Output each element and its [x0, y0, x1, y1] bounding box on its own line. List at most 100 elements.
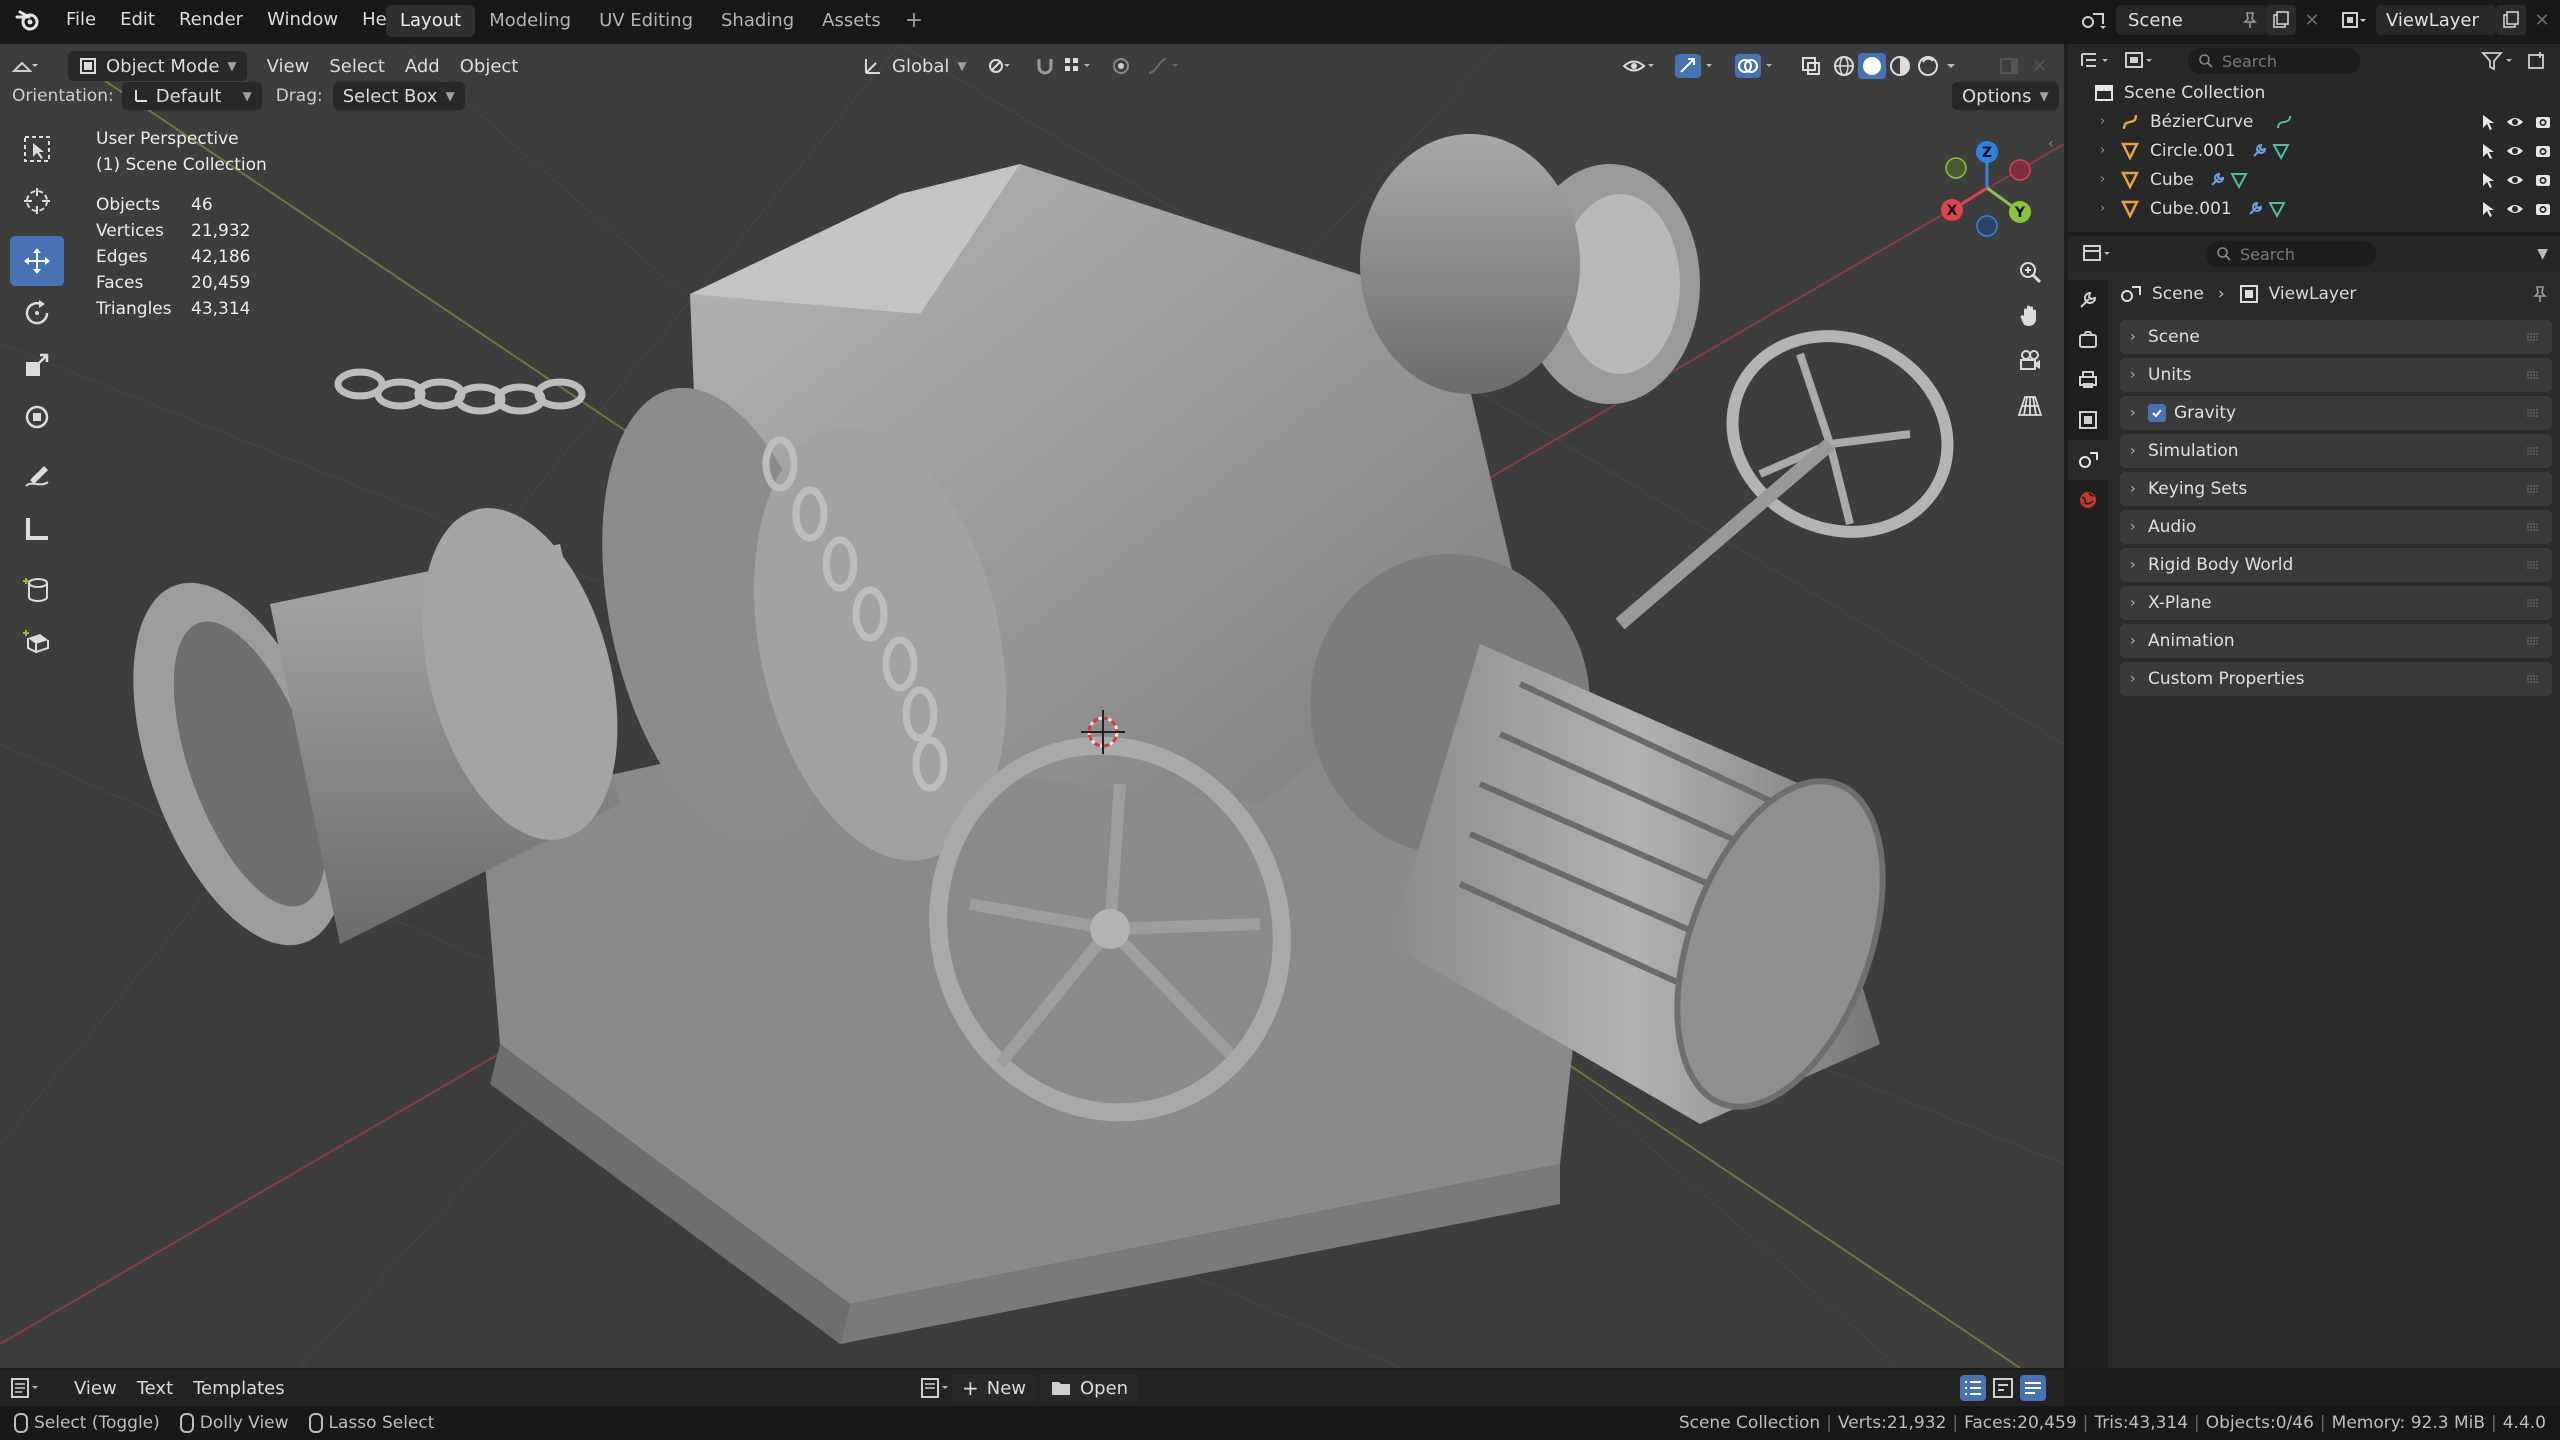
add-cube-tool[interactable] — [10, 564, 64, 614]
perspective-toggle-icon[interactable] — [2008, 384, 2052, 428]
navigation-gizmo[interactable]: Z Y X — [1932, 130, 2042, 245]
camera-view-icon[interactable] — [2008, 338, 2052, 382]
drag-dropdown[interactable]: Select Box ▼ — [332, 82, 465, 110]
syntax-highlight-icon[interactable] — [2020, 1375, 2046, 1401]
drag-grip-icon[interactable] — [2526, 596, 2540, 610]
camera-render-icon[interactable] — [2534, 171, 2552, 189]
rotate-tool[interactable] — [10, 288, 64, 338]
annotate-tool[interactable] — [10, 452, 64, 502]
drag-grip-icon[interactable] — [2526, 558, 2540, 572]
tab-view-layer[interactable] — [2068, 400, 2108, 440]
open-text-button[interactable]: Open — [1040, 1374, 1139, 1402]
sidebar-expand-icon[interactable]: ‹ — [2048, 136, 2054, 152]
options-dropdown[interactable]: Options ▼ — [1952, 82, 2059, 110]
scale-tool[interactable] — [10, 340, 64, 390]
tab-uv-editing[interactable]: UV Editing — [585, 5, 707, 37]
expand-arrow-icon[interactable]: › — [2100, 143, 2120, 158]
viewport-menu-select[interactable]: Select — [319, 51, 395, 81]
panel-scene[interactable]: › Scene — [2120, 320, 2552, 354]
panel-rigid-body-world[interactable]: › Rigid Body World — [2120, 548, 2552, 582]
panel-animation[interactable]: › Animation — [2120, 624, 2552, 658]
new-scene-icon[interactable] — [2266, 5, 2296, 35]
close-area-icon[interactable]: ✕ — [2022, 51, 2057, 81]
pivot-point-button[interactable] — [976, 51, 1022, 81]
gravity-checkbox[interactable] — [2148, 404, 2166, 422]
panel-x-plane[interactable]: › X-Plane — [2120, 586, 2552, 620]
view-layer-type-icon[interactable] — [2334, 5, 2374, 35]
outliner-item[interactable]: › Cube.001 — [2068, 194, 2560, 223]
panel-simulation[interactable]: › Simulation — [2120, 434, 2552, 468]
camera-render-icon[interactable] — [2534, 142, 2552, 160]
outliner-scene-collection[interactable]: Scene Collection — [2068, 78, 2560, 107]
blender-logo-icon[interactable] — [8, 0, 48, 40]
delete-view-layer-icon[interactable]: ✕ — [2528, 5, 2556, 35]
select-arrow-icon[interactable] — [2480, 171, 2496, 189]
panel-gravity[interactable]: › Gravity — [2120, 396, 2552, 430]
display-mode-icon[interactable] — [2124, 50, 2158, 72]
drag-grip-icon[interactable] — [2526, 634, 2540, 648]
pin-icon[interactable] — [2242, 11, 2258, 29]
visibility-dropdown[interactable] — [1612, 51, 1668, 81]
3d-viewport[interactable] — [0, 44, 2064, 1368]
new-collection-icon[interactable] — [2526, 50, 2548, 72]
overlay-toggle[interactable] — [1724, 51, 1790, 81]
move-tool[interactable] — [10, 236, 64, 286]
shading-options-chevron-icon[interactable] — [1942, 53, 1960, 79]
drag-grip-icon[interactable] — [2526, 520, 2540, 534]
add-workspace-icon[interactable]: + — [895, 5, 933, 37]
tab-world[interactable] — [2068, 480, 2108, 520]
tab-modeling[interactable]: Modeling — [475, 5, 585, 37]
drag-grip-icon[interactable] — [2526, 482, 2540, 496]
viewport-menu-object[interactable]: Object — [450, 51, 529, 81]
extrude-tool[interactable] — [10, 616, 64, 666]
properties-search-input[interactable]: Search — [2206, 241, 2376, 267]
tab-shading[interactable]: Shading — [707, 5, 808, 37]
wireframe-shading-icon[interactable] — [1830, 53, 1858, 79]
menu-file[interactable]: File — [54, 0, 108, 40]
transform-tool[interactable] — [10, 392, 64, 442]
new-text-button[interactable]: + New — [952, 1374, 1037, 1402]
editor-type-button[interactable] — [0, 51, 64, 81]
scene-type-icon[interactable] — [2074, 5, 2114, 35]
eye-icon[interactable] — [2506, 200, 2524, 218]
camera-render-icon[interactable] — [2534, 200, 2552, 218]
select-arrow-icon[interactable] — [2480, 142, 2496, 160]
viewport-menu-view[interactable]: View — [257, 51, 320, 81]
panel-audio[interactable]: › Audio — [2120, 510, 2552, 544]
transform-orientation-dropdown[interactable]: Global ▼ — [852, 51, 977, 81]
material-shading-icon[interactable] — [1886, 53, 1914, 79]
tab-assets[interactable]: Assets — [808, 5, 895, 37]
snap-target-dropdown[interactable] — [1052, 51, 1106, 81]
camera-render-icon[interactable] — [2534, 113, 2552, 131]
pin-icon[interactable] — [2532, 285, 2548, 303]
editor-type-button[interactable] — [0, 1373, 56, 1403]
text-menu-view[interactable]: View — [64, 1373, 127, 1403]
properties-editor-icon[interactable] — [2082, 243, 2116, 265]
outliner-item[interactable]: › BézierCurve — [2068, 107, 2560, 136]
expand-arrow-icon[interactable]: › — [2100, 172, 2120, 187]
drag-grip-icon[interactable] — [2526, 406, 2540, 420]
expand-arrow-icon[interactable]: › — [2100, 114, 2120, 129]
expand-arrow-icon[interactable]: › — [2100, 201, 2120, 216]
word-wrap-icon[interactable] — [1990, 1375, 2016, 1401]
rendered-shading-icon[interactable] — [1914, 53, 1942, 79]
menu-edit[interactable]: Edit — [108, 0, 167, 40]
select-arrow-icon[interactable] — [2480, 113, 2496, 131]
solid-shading-icon[interactable] — [1858, 53, 1886, 79]
outliner-item[interactable]: › Circle.001 — [2068, 136, 2560, 165]
outliner-search-input[interactable]: Search — [2188, 48, 2360, 74]
text-menu-templates[interactable]: Templates — [183, 1373, 295, 1403]
eye-icon[interactable] — [2506, 171, 2524, 189]
measure-tool[interactable] — [10, 504, 64, 554]
text-menu-text[interactable]: Text — [127, 1373, 183, 1403]
outliner-item[interactable]: › Cube — [2068, 165, 2560, 194]
eye-icon[interactable] — [2506, 113, 2524, 131]
view-layer-selector[interactable]: ViewLayer — [2376, 5, 2496, 35]
cursor-tool[interactable] — [10, 176, 64, 226]
drag-grip-icon[interactable] — [2526, 444, 2540, 458]
zoom-icon[interactable] — [2008, 250, 2052, 294]
select-arrow-icon[interactable] — [2480, 200, 2496, 218]
tab-tool[interactable] — [2068, 280, 2108, 320]
panel-custom-properties[interactable]: › Custom Properties — [2120, 662, 2552, 696]
tab-output[interactable] — [2068, 360, 2108, 400]
